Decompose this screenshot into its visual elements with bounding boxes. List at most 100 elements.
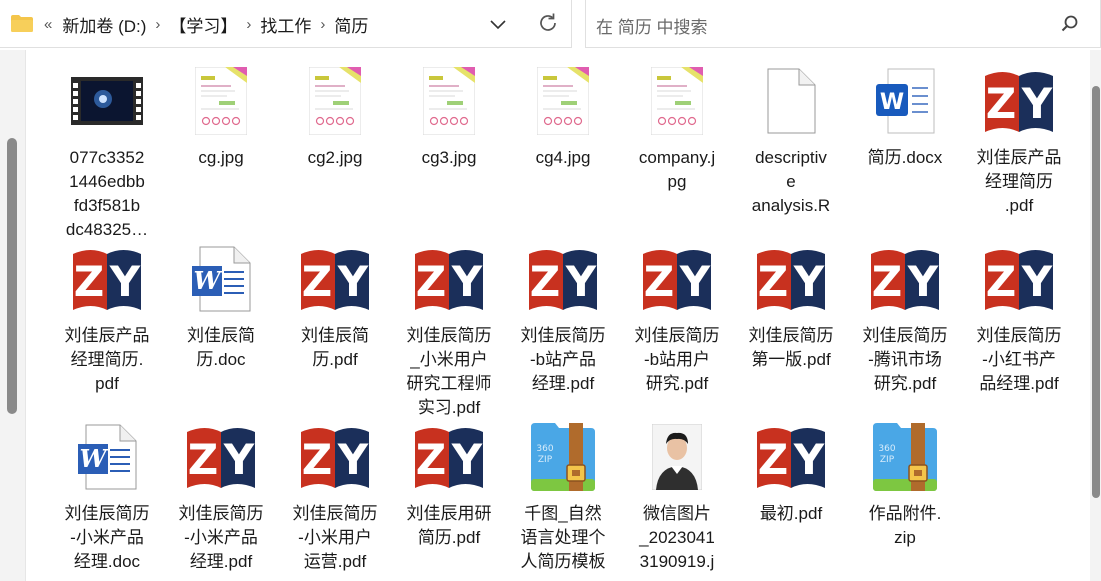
blank-file-icon	[767, 68, 816, 134]
pdf-icon: Z Y	[415, 250, 483, 310]
file-item[interactable]: Z Y 刘佳辰简历 第一版.pdf	[734, 238, 848, 372]
svg-text:Z: Z	[416, 435, 446, 484]
svg-text:Y: Y	[907, 257, 939, 306]
breadcrumb-separator[interactable]: ›	[320, 16, 325, 33]
search-icon[interactable]	[1060, 14, 1080, 34]
file-icon	[506, 60, 620, 142]
svg-text:Z: Z	[530, 257, 560, 306]
pdf-icon: Z Y	[187, 428, 255, 488]
file-icon	[734, 60, 848, 142]
file-item[interactable]: Z Y 刘佳辰用研 简历.pdf	[392, 416, 506, 550]
file-name-label: company.j pg	[638, 148, 716, 191]
scrollbar-thumb[interactable]	[7, 138, 17, 414]
svg-text:Z: Z	[986, 79, 1016, 128]
pdf-icon: Z Y	[985, 72, 1053, 132]
svg-text:ZIP: ZIP	[538, 455, 553, 465]
breadcrumb-separator[interactable]: ›	[246, 16, 251, 33]
file-name-label: 刘佳辰简历 -腾讯市场 研究.pdf	[862, 326, 948, 393]
file-item[interactable]: Z Y 刘佳辰简历 -腾讯市场 研究.pdf	[848, 238, 962, 396]
file-item[interactable]: company.j pg	[620, 60, 734, 194]
file-icon	[164, 60, 278, 142]
zip-archive-icon: 360 ZIP	[873, 423, 937, 491]
svg-text:360: 360	[536, 444, 553, 454]
svg-text:Y: Y	[337, 257, 369, 306]
file-item[interactable]: Z Y 刘佳辰产品经理简历.pdf	[962, 60, 1076, 218]
svg-text:Z: Z	[188, 435, 218, 484]
file-item[interactable]: W 刘佳辰简 历.doc	[164, 238, 278, 372]
pdf-icon: Z Y	[985, 250, 1053, 310]
file-name-label: 刘佳辰简历 -b站用户 研究.pdf	[634, 326, 720, 393]
refresh-icon[interactable]	[536, 11, 560, 35]
search-box[interactable]: 在 简历 中搜索	[585, 0, 1101, 48]
file-name-label: cg.jpg	[198, 148, 244, 167]
file-icon: Z Y	[392, 416, 506, 498]
svg-text:Z: Z	[302, 257, 332, 306]
word-doc-icon: W	[192, 246, 251, 312]
file-item[interactable]: 077c3352 1446edbb fd3f581b dc48325…	[50, 60, 164, 242]
zip-archive-icon: 360 ZIP	[531, 423, 595, 491]
file-item[interactable]: cg2.jpg	[278, 60, 392, 170]
pdf-icon: Z Y	[301, 250, 369, 310]
breadcrumb-item-resume[interactable]: 简历	[334, 12, 368, 37]
file-grid: 077c3352 1446edbb fd3f581b dc48325… cg.jpg	[50, 60, 1080, 581]
file-item[interactable]: 360 ZIP 千图_自然 语言处理个 人简历模板	[506, 416, 620, 574]
file-name-label: 刘佳辰简历 _小米用户 研究工程师 实习.pdf	[406, 326, 492, 417]
svg-text:Z: Z	[74, 257, 104, 306]
resume-image-thumbnail-icon	[309, 67, 361, 135]
file-name-label: 刘佳辰简历 -b站产品 经理.pdf	[520, 326, 606, 393]
breadcrumb-separator[interactable]: ›	[155, 16, 160, 33]
file-item[interactable]: Z Y 刘佳辰简历 -b站产品 经理.pdf	[506, 238, 620, 396]
svg-text:Y: Y	[337, 435, 369, 484]
file-name-label: cg4.jpg	[535, 148, 591, 167]
file-item[interactable]: 360 ZIP 作品附件. zip	[848, 416, 962, 550]
breadcrumb-item-jobs[interactable]: 找工作	[260, 12, 311, 37]
content-scrollbar[interactable]	[1090, 50, 1101, 581]
navigation-pane-scrollbar[interactable]	[0, 50, 26, 581]
file-item[interactable]: cg3.jpg	[392, 60, 506, 170]
svg-text:Z: Z	[302, 435, 332, 484]
chevron-down-icon[interactable]	[488, 14, 508, 34]
svg-text:W: W	[80, 444, 109, 473]
file-item[interactable]: W 简历.docx	[848, 60, 962, 170]
file-item[interactable]: descriptiv e analysis.R	[734, 60, 848, 218]
pdf-icon: Z Y	[757, 428, 825, 488]
file-icon	[278, 60, 392, 142]
file-icon	[50, 60, 164, 142]
collapse-glyph[interactable]: «	[44, 16, 52, 33]
file-item[interactable]: Z Y 刘佳辰简历 _小米用户 研究工程师 实习.pdf	[392, 238, 506, 420]
resume-image-thumbnail-icon	[537, 67, 589, 135]
file-item[interactable]: Z Y 刘佳辰简 历.pdf	[278, 238, 392, 372]
file-icon: Z Y	[962, 60, 1076, 142]
file-name-label: 刘佳辰简历 -小红书产 品经理.pdf	[976, 326, 1062, 393]
svg-text:Y: Y	[793, 435, 825, 484]
file-name-label: 刘佳辰用研 简历.pdf	[406, 504, 492, 547]
file-item[interactable]: Z Y 刘佳辰产品经理简历.pdf	[50, 238, 164, 396]
file-item[interactable]: Z Y 刘佳辰简历 -小米用户 运营.pdf	[278, 416, 392, 574]
pdf-icon: Z Y	[73, 250, 141, 310]
file-item[interactable]: Z Y 刘佳辰简历 -小米产品 经理.pdf	[164, 416, 278, 574]
file-item[interactable]: cg.jpg	[164, 60, 278, 170]
portrait-photo-icon	[652, 424, 702, 490]
scrollbar-thumb[interactable]	[1092, 86, 1100, 498]
search-input[interactable]: 在 简历 中搜索	[596, 13, 707, 38]
file-item[interactable]: 微信图片 _2023041 3190919.j	[620, 416, 734, 574]
file-name-label: 千图_自然 语言处理个 人简历模板	[520, 504, 606, 571]
file-item[interactable]: Z Y 最初.pdf	[734, 416, 848, 526]
file-icon: Z Y	[734, 416, 848, 498]
breadcrumb-item-drive[interactable]: 新加卷 (D:)	[62, 12, 146, 37]
file-name-label: 简历.docx	[867, 148, 943, 167]
breadcrumb-item-study[interactable]: 【学习】	[169, 12, 237, 37]
svg-text:Y: Y	[451, 257, 483, 306]
folder-icon	[11, 15, 33, 32]
file-item[interactable]: W 刘佳辰简历 -小米产品 经理.doc	[50, 416, 164, 574]
file-name-label: cg3.jpg	[421, 148, 477, 167]
address-bar[interactable]: « 新加卷 (D:) › 【学习】 › 找工作 › 简历	[0, 0, 572, 48]
file-item[interactable]: cg4.jpg	[506, 60, 620, 170]
pdf-icon: Z Y	[301, 428, 369, 488]
file-name-label: 刘佳辰简历 -小米用户 运营.pdf	[292, 504, 378, 571]
file-item[interactable]: Z Y 刘佳辰简历 -b站用户 研究.pdf	[620, 238, 734, 396]
pdf-icon: Z Y	[415, 428, 483, 488]
file-icon	[392, 60, 506, 142]
file-item[interactable]: Z Y 刘佳辰简历 -小红书产 品经理.pdf	[962, 238, 1076, 396]
svg-text:Z: Z	[986, 257, 1016, 306]
